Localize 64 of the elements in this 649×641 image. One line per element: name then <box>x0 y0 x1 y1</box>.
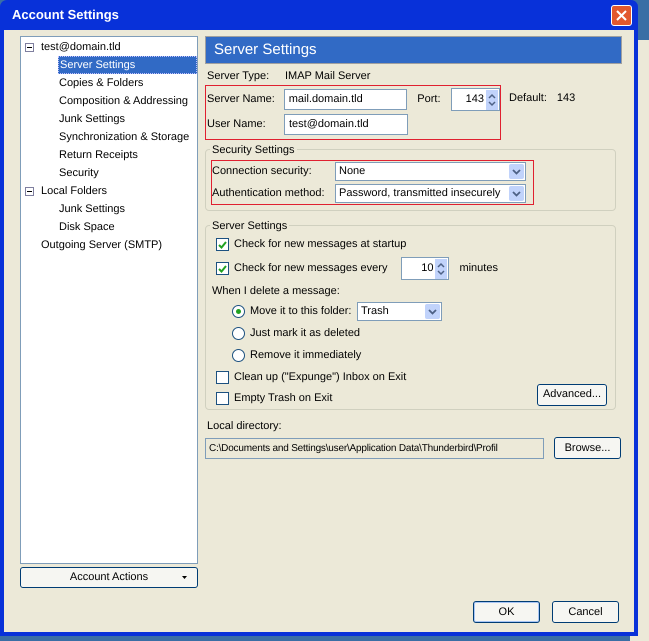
advanced-button[interactable]: Advanced... <box>537 384 607 406</box>
dialog-button[interactable]: Cancel <box>552 601 619 623</box>
spinner-arrows-icon <box>435 258 448 278</box>
radio-button[interactable] <box>232 348 245 362</box>
spinner-arrows-icon <box>486 90 498 110</box>
field-label: User Name: <box>207 117 267 132</box>
field-label: Connection security: <box>212 164 313 180</box>
checkbox[interactable] <box>216 238 229 251</box>
group-title: Server Settings <box>210 218 290 234</box>
tree-item[interactable]: Server Settings <box>58 56 197 74</box>
tree-item[interactable]: Local Folders <box>40 182 108 200</box>
port-field[interactable]: 143 <box>451 88 500 111</box>
close-button[interactable] <box>611 4 632 26</box>
tree-item[interactable]: test@domain.tld <box>40 38 122 56</box>
radio-button[interactable] <box>232 326 245 340</box>
folder-dropdown[interactable]: Trash <box>357 302 442 320</box>
account-actions-button[interactable]: Account Actions <box>20 567 198 588</box>
local-directory-label: Local directory: <box>206 419 283 434</box>
checkbox[interactable] <box>216 392 229 405</box>
dropdown[interactable]: None <box>335 162 526 181</box>
tree-item[interactable]: Composition & Addressing <box>58 92 190 110</box>
tree-item[interactable]: Security <box>58 164 100 182</box>
checkbox-label: Check for new messages every <box>234 261 388 276</box>
close-icon <box>616 10 627 20</box>
radio-label: Remove it immediately <box>250 348 362 363</box>
checkbox-label: Check for new messages at startup <box>234 237 406 252</box>
delete-label: When I delete a message: <box>212 284 341 299</box>
tree-item[interactable]: Synchronization & Storage <box>58 128 190 146</box>
collapse-icon[interactable] <box>25 42 34 52</box>
server-name-field[interactable]: mail.domain.tld <box>284 89 408 110</box>
server-type-value: IMAP Mail Server <box>285 68 370 84</box>
tree-item[interactable]: Junk Settings <box>58 110 126 128</box>
minutes-field[interactable]: 10 <box>401 257 450 280</box>
checkmark-icon <box>218 264 227 272</box>
field-label: Server Type: <box>207 68 270 84</box>
radio-label: Move it to this folder: <box>250 304 352 319</box>
tree-item[interactable]: Outgoing Server (SMTP) <box>40 236 164 254</box>
field-label: Authentication method: <box>212 186 326 202</box>
tree-item[interactable]: Junk Settings <box>58 200 126 218</box>
checkbox-label: Clean up ("Expunge") Inbox on Exit <box>234 370 406 386</box>
radio-label: Just mark it as deleted <box>250 326 360 341</box>
tree-item[interactable]: Copies & Folders <box>58 74 144 92</box>
checkbox-label: Empty Trash on Exit <box>234 391 332 406</box>
field-label: Port: <box>417 92 442 108</box>
page-header: Server Settings <box>205 36 622 64</box>
dropdown[interactable]: Password, transmitted insecurely <box>335 184 526 203</box>
browse-button[interactable]: Browse... <box>554 437 621 459</box>
user-name-field[interactable]: test@domain.tld <box>284 114 408 135</box>
window-title: Account Settings <box>12 6 119 24</box>
checkbox[interactable] <box>216 262 229 275</box>
collapse-icon[interactable] <box>25 186 34 196</box>
local-directory-field[interactable]: C:\Documents and Settings\user\Application Data\Thunderbird\Profil <box>205 438 544 458</box>
checkbox[interactable] <box>216 371 229 384</box>
field-label: Server Name: <box>207 92 276 108</box>
tree-item[interactable]: Disk Space <box>58 218 116 236</box>
radio-button[interactable] <box>232 304 245 318</box>
dialog-button[interactable]: OK <box>473 601 540 623</box>
unit-label: minutes <box>459 261 498 276</box>
tree-item[interactable]: Return Receipts <box>58 146 139 164</box>
group-title: Security Settings <box>210 142 297 158</box>
caret-icon <box>182 576 187 579</box>
field-label: Default: <box>509 91 547 106</box>
checkmark-icon <box>218 240 227 248</box>
default-port-value: 143 <box>556 91 576 106</box>
